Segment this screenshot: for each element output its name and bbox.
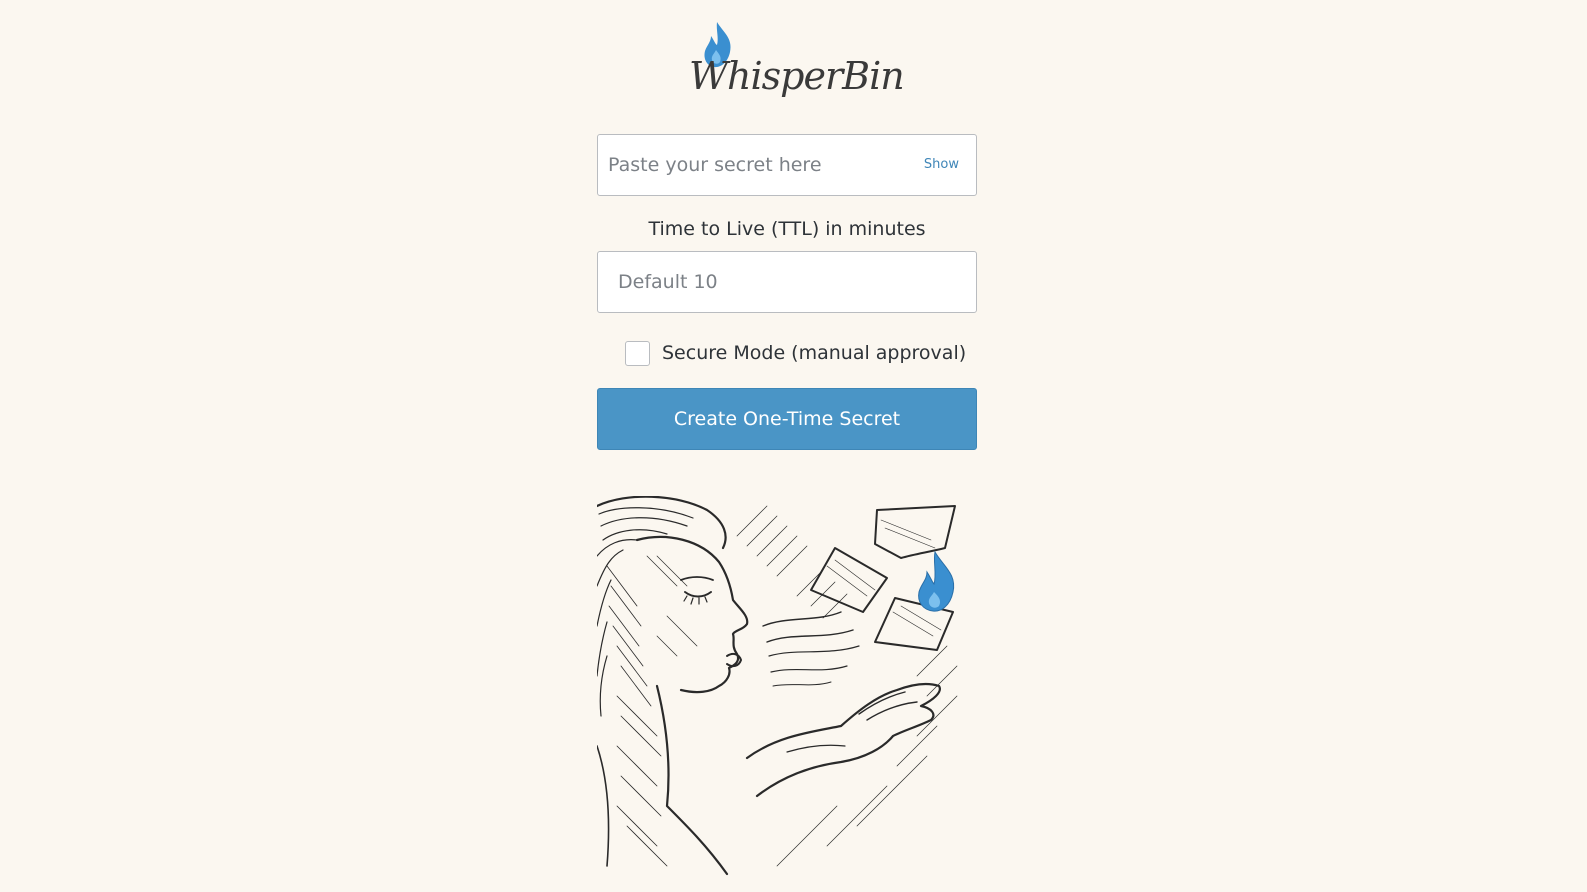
secret-field: Show	[597, 134, 977, 196]
show-secret-toggle[interactable]: Show	[924, 157, 959, 172]
secure-mode-label: Secure Mode (manual approval)	[662, 342, 967, 364]
app-logo: WhisperBin	[689, 18, 905, 116]
create-secret-button[interactable]: Create One-Time Secret	[597, 388, 977, 450]
ttl-label: Time to Live (TTL) in minutes	[648, 218, 926, 240]
ttl-input[interactable]	[598, 252, 976, 312]
secure-mode-checkbox[interactable]	[625, 340, 650, 366]
logo-text: WhisperBin	[689, 54, 905, 98]
secret-input[interactable]	[598, 135, 976, 195]
woman-blowing-papers-illustration	[597, 496, 958, 876]
ttl-field	[597, 251, 977, 313]
secure-mode-option[interactable]: Secure Mode (manual approval)	[625, 338, 966, 368]
